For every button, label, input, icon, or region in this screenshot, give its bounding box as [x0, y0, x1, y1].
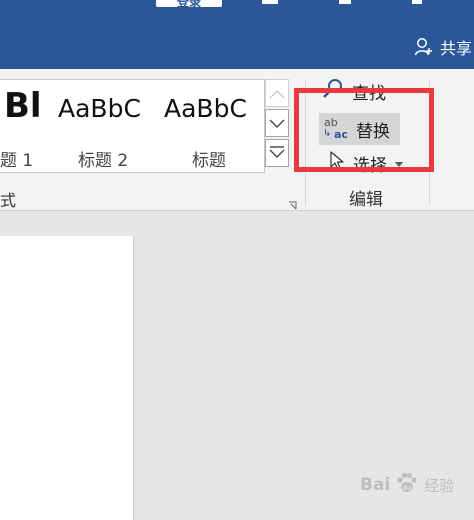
styles-group-label: 式 [0, 191, 17, 210]
share-button[interactable]: 共享 [414, 34, 472, 60]
watermark-paw-text: du [403, 484, 412, 492]
style-heading-1[interactable]: Bl 题 1 [0, 80, 44, 172]
style-label: 标题 [192, 151, 226, 171]
style-heading-2[interactable]: AaBbC 标题 2 [56, 80, 154, 172]
person-add-icon [414, 37, 434, 57]
minimize-button[interactable] [262, 0, 278, 4]
gallery-scroll-up-button[interactable] [265, 79, 289, 107]
style-label: 题 1 [0, 151, 34, 171]
paw-logo-icon: du [394, 470, 420, 500]
expand-more-icon [269, 144, 285, 163]
close-button[interactable] [412, 0, 422, 4]
editing-group-label: 编辑 [349, 190, 383, 210]
chevron-down-icon [269, 114, 285, 133]
highlight-annotation [294, 88, 434, 172]
gallery-scroll-down-button[interactable] [265, 109, 289, 137]
document-page[interactable] [0, 236, 134, 520]
restore-button[interactable] [339, 0, 351, 4]
watermark-suffix: 经验 [424, 476, 455, 495]
style-sample: AaBbC [164, 94, 247, 123]
style-title[interactable]: AaBbC 标题 [162, 80, 262, 172]
style-sample: Bl [4, 86, 42, 126]
styles-gallery: Bl 题 1 AaBbC 标题 2 AaBbC 标题 [0, 79, 265, 173]
baidu-watermark: Bai du 经验 [360, 464, 454, 506]
login-button[interactable]: 登录 [156, 0, 222, 7]
style-label: 标题 2 [78, 151, 129, 171]
title-bar: 登录 共享 [0, 0, 474, 69]
chevron-up-icon [269, 84, 285, 103]
watermark-brand: Bai [360, 475, 391, 495]
style-sample: AaBbC [58, 94, 141, 123]
gallery-more-button[interactable] [265, 139, 289, 167]
share-label: 共享 [440, 39, 473, 58]
dialog-launcher-icon[interactable] [288, 195, 297, 210]
